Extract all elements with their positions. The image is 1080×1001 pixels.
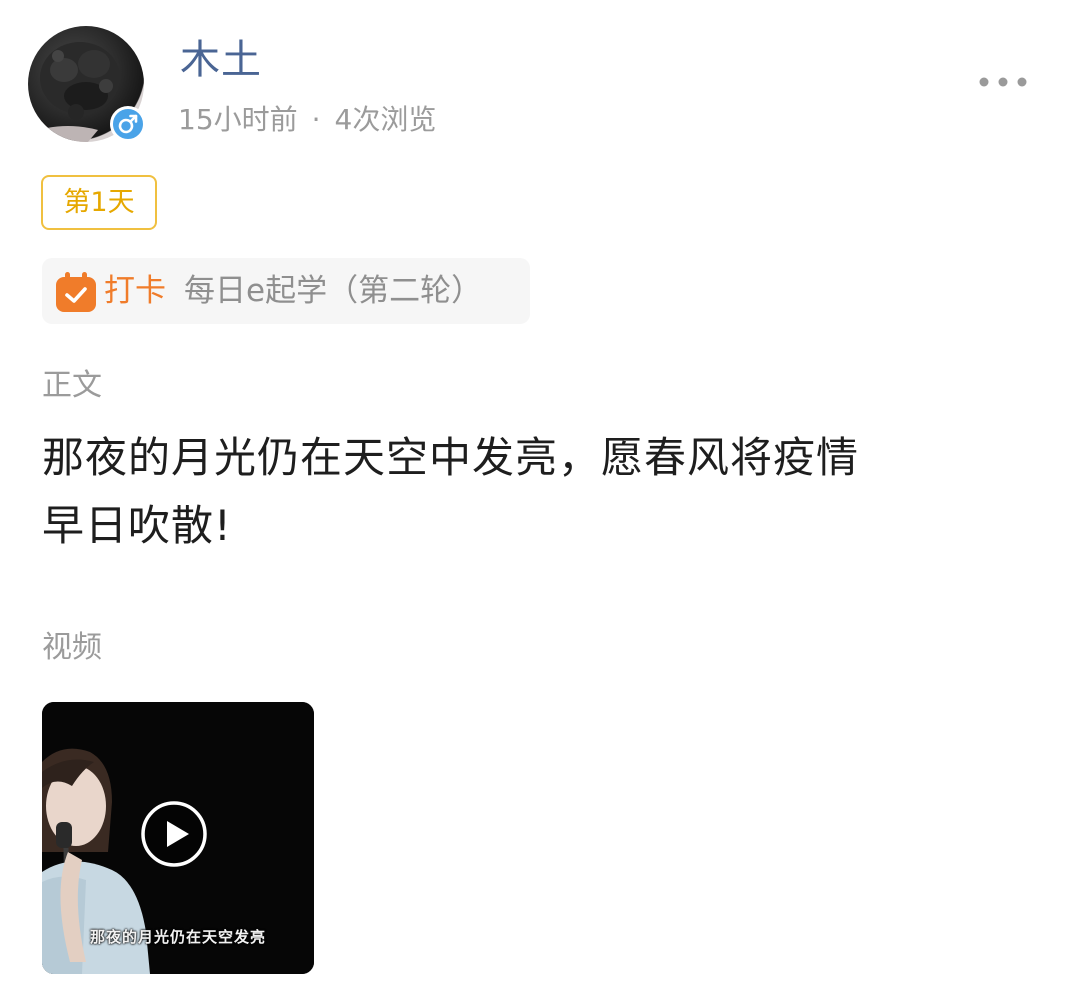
video-subtitle: 那夜的月光仍在天空发亮	[89, 928, 266, 946]
video-thumbnail[interactable]: 那夜的月光仍在天空发亮	[42, 702, 314, 974]
checkin-label: 打卡	[104, 273, 166, 309]
view-count: 4次浏览	[334, 103, 437, 136]
post-body: 那夜的月光仍在天空中发亮，愿春风将疫情 早日吹散!	[42, 424, 922, 560]
day-tag: 第1天	[41, 175, 157, 230]
male-icon	[110, 106, 146, 142]
author-name[interactable]: 木土	[180, 36, 262, 84]
more-options-button[interactable]	[974, 66, 1032, 98]
post-body-line-2: 早日吹散!	[42, 501, 232, 550]
post-time: 15小时前	[178, 103, 298, 136]
video-section-label: 视频	[42, 630, 102, 665]
checkin-activity-name: 每日e起学（第二轮）	[184, 273, 483, 309]
post-body-line-1: 那夜的月光仍在天空中发亮，愿春风将疫情	[42, 433, 860, 482]
meta-separator: ·	[311, 103, 321, 136]
checkin-activity-link[interactable]: 打卡 每日e起学（第二轮）	[42, 258, 530, 324]
body-section-label: 正文	[42, 368, 102, 403]
play-circle-icon[interactable]	[140, 800, 208, 868]
more-horizontal-icon	[979, 77, 1027, 87]
calendar-check-icon	[54, 270, 98, 314]
post-meta: 15小时前 · 4次浏览	[178, 100, 436, 140]
